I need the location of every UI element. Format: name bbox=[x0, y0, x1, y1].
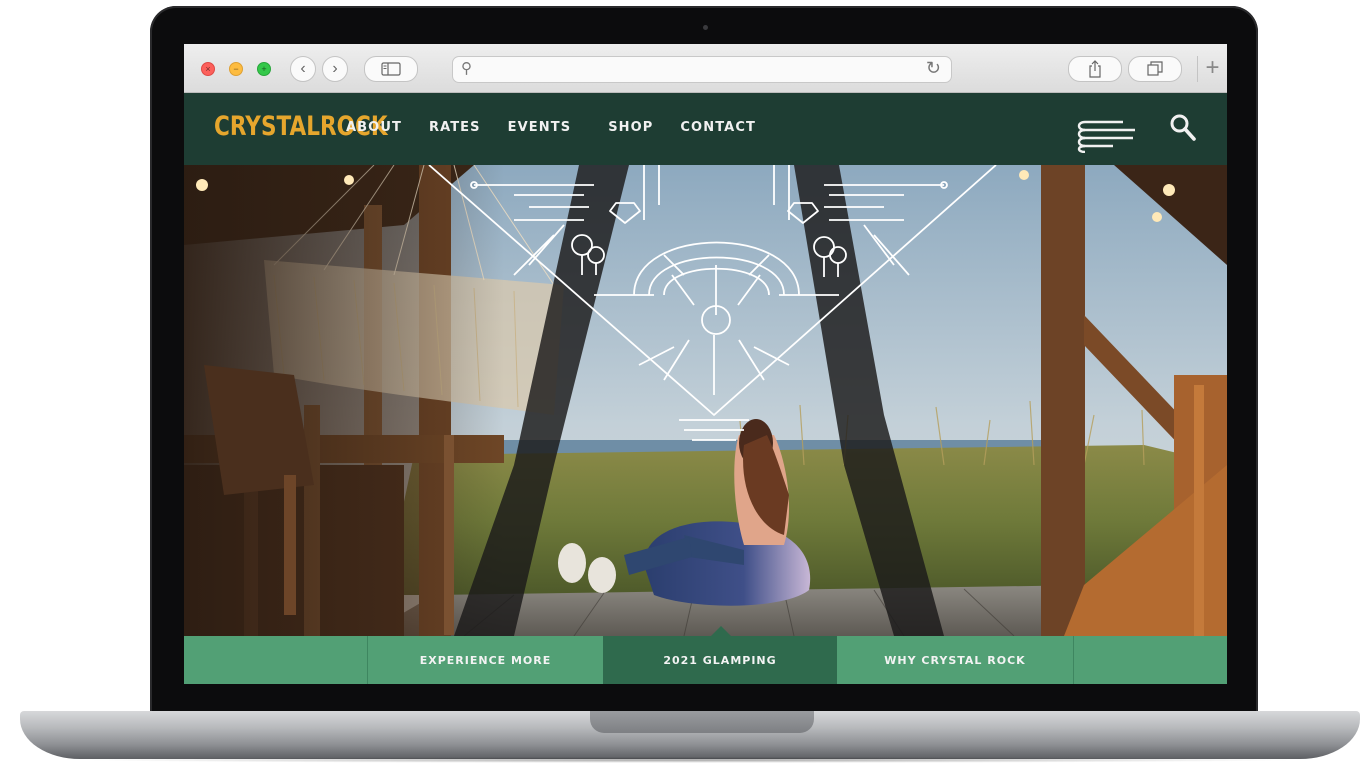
laptop-shadow bbox=[80, 757, 1300, 763]
laptop-screen: × − + ‹ › ⚲ ↻ + CRYSTALROCK ABOUT RATES … bbox=[184, 44, 1227, 684]
minimize-window-button[interactable]: − bbox=[229, 62, 243, 76]
back-button[interactable]: ‹ bbox=[290, 56, 316, 82]
forward-button[interactable]: › bbox=[322, 56, 348, 82]
close-window-button[interactable]: × bbox=[201, 62, 215, 76]
reload-icon[interactable]: ↻ bbox=[926, 58, 941, 79]
back-icon: ‹ bbox=[300, 60, 306, 77]
active-tab-indicator bbox=[711, 626, 731, 636]
forward-icon: › bbox=[332, 60, 338, 77]
minimize-icon: − bbox=[233, 64, 239, 74]
tab-experience-more[interactable]: EXPERIENCE MORE bbox=[367, 636, 603, 684]
new-tab-icon: + bbox=[1205, 54, 1220, 81]
zoom-window-button[interactable]: + bbox=[257, 62, 271, 76]
share-button[interactable] bbox=[1068, 56, 1122, 82]
nav-item-rates[interactable]: RATES bbox=[429, 120, 481, 135]
tabs-icon bbox=[1147, 61, 1163, 76]
search-icon: ⚲ bbox=[461, 60, 472, 77]
hero-image bbox=[184, 165, 1227, 636]
tab-why-crystal-rock[interactable]: WHY CRYSTAL ROCK bbox=[837, 636, 1073, 684]
webcam bbox=[703, 25, 708, 30]
search-icon[interactable] bbox=[1169, 113, 1197, 143]
main-nav: ABOUT RATES EVENTS SHOP CONTACT bbox=[346, 120, 783, 135]
address-input[interactable] bbox=[479, 60, 909, 80]
hero-tab-bar: EXPERIENCE MORE 2021 GLAMPING WHY CRYSTA… bbox=[184, 636, 1227, 684]
site-header: CrystalRock ABOUT RATES EVENTS SHOP CONT… bbox=[184, 93, 1227, 165]
close-icon: × bbox=[205, 64, 211, 74]
nav-item-about[interactable]: ABOUT bbox=[346, 120, 402, 135]
tabs-overview-button[interactable] bbox=[1128, 56, 1182, 82]
laptop-opening-notch bbox=[590, 711, 814, 733]
tab-spacer-left bbox=[184, 636, 367, 684]
address-bar[interactable]: ⚲ ↻ bbox=[452, 56, 952, 83]
share-icon bbox=[1089, 60, 1101, 78]
tab-2021-glamping[interactable]: 2021 GLAMPING bbox=[603, 636, 837, 684]
hero-photo-illustration bbox=[184, 165, 1227, 636]
browser-toolbar: × − + ‹ › ⚲ ↻ + bbox=[184, 44, 1227, 93]
nav-item-contact[interactable]: CONTACT bbox=[680, 120, 756, 135]
nav-item-shop[interactable]: SHOP bbox=[608, 120, 653, 135]
new-tab-button[interactable]: + bbox=[1197, 56, 1227, 82]
sidebar-toggle-button[interactable] bbox=[364, 56, 418, 82]
nav-item-events[interactable]: EVENTS bbox=[508, 120, 572, 135]
tab-spacer-right bbox=[1073, 636, 1227, 684]
sidebar-icon bbox=[381, 62, 401, 76]
zoom-icon: + bbox=[261, 64, 267, 74]
menu-icon[interactable] bbox=[1073, 119, 1137, 153]
